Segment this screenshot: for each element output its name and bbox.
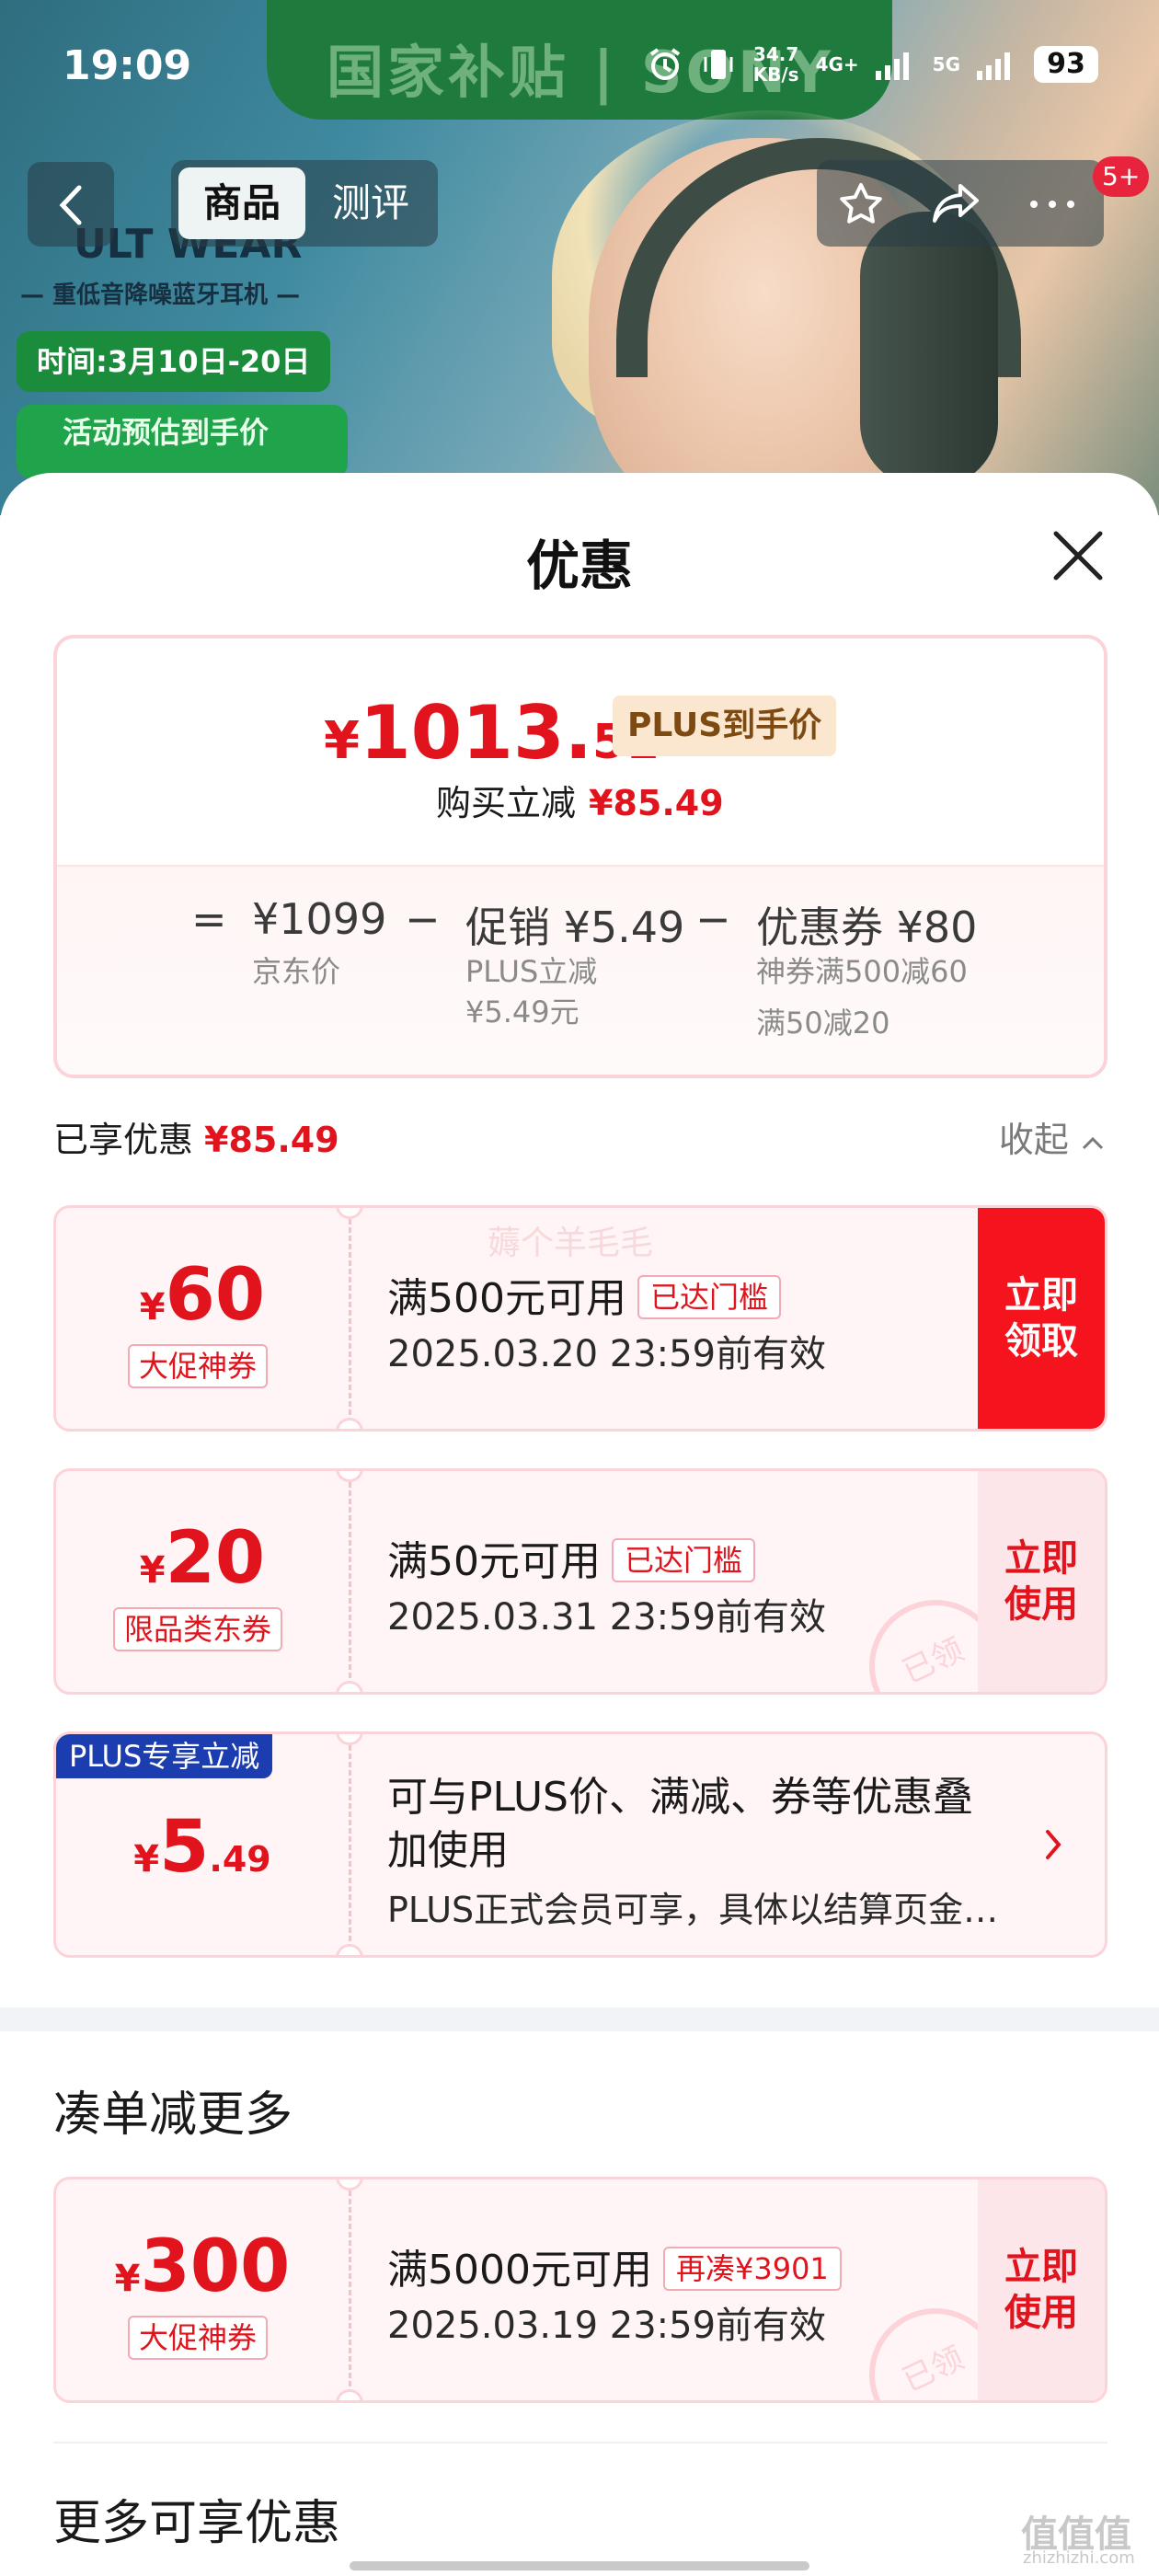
coupon-divider [349, 1745, 351, 1949]
formula-minus-1: − [405, 894, 441, 944]
final-price: ¥1013.51 [324, 690, 659, 776]
coupon-notch [336, 1734, 363, 1745]
formula-promo: 促销 ¥5.49 [465, 903, 685, 952]
coupon-expiry: 2025.03.20 23:59前有效 [387, 1333, 827, 1375]
section-title-more-savings: 凑单减更多 [53, 2087, 293, 2143]
coupon-condition: 满5000元可用 再凑¥3901 [387, 2237, 842, 2295]
formula-minus-2: − [695, 894, 731, 944]
chevron-right-icon [1046, 1830, 1061, 1859]
formula-coupon-sub2: 满50减20 [756, 1006, 890, 1041]
signal-5g-icon [977, 52, 1010, 80]
coupon-expiry: 2025.03.31 23:59前有效 [387, 1596, 827, 1639]
coupon-type-label: 大促神券 [128, 2316, 269, 2360]
nav-tabs: 商品 测评 [171, 160, 438, 247]
tab-review[interactable]: 测评 [307, 167, 434, 239]
threshold-tag: 已达门槛 [612, 1538, 756, 1582]
hero-date-pill: 时间:3月10日-20日 [17, 331, 331, 392]
coupon-type-label: 限品类东券 [113, 1607, 283, 1651]
coupon-notch [336, 2389, 363, 2400]
battery-indicator: 93 [1034, 46, 1098, 83]
coupon-type-label: 大促神券 [128, 1344, 269, 1388]
coupon-notch [336, 1208, 363, 1219]
plus-exclusive-badge: PLUS专享立减 [56, 1734, 273, 1778]
network-4g-label: 4G+ [815, 53, 859, 75]
coupon-divider [349, 2191, 351, 2395]
use-coupon-button[interactable]: 立即 使用 [978, 1471, 1105, 1692]
plus-discount-card[interactable]: PLUS专享立减 ¥5.49 可与PLUS价、满减、券等优惠叠加使用 PLUS正… [53, 1731, 1107, 1958]
share-icon[interactable] [931, 180, 982, 228]
divider [53, 2442, 1107, 2444]
coupon-notch [336, 1944, 363, 1955]
more-icon[interactable] [1027, 180, 1078, 228]
status-icons: 34.7 KB/s 4G+ 5G 93 [647, 44, 1098, 85]
chevron-left-icon [59, 185, 82, 225]
section-gap [0, 2007, 1159, 2031]
network-5g-label: 5G [932, 53, 960, 75]
coupon-divider [349, 1219, 351, 1423]
plus-description: 可与PLUS价、满减、券等优惠叠加使用 [387, 1774, 973, 1874]
coupon-divider [349, 1482, 351, 1686]
coupon-expiry: 2025.03.19 23:59前有效 [387, 2305, 827, 2347]
formula-jd-price: ¥1099 [252, 894, 387, 944]
tab-product[interactable]: 商品 [178, 167, 305, 239]
site-watermark-url: zhizhizhi.com [1023, 2548, 1135, 2568]
coupon-amount: ¥300 [114, 2225, 291, 2308]
formula-coupon: 优惠券 ¥80 [756, 903, 978, 952]
claim-coupon-button[interactable]: 立即 领取 [978, 1208, 1105, 1429]
formula-equals: = [191, 894, 227, 944]
sheet-title: 优惠 [525, 535, 633, 597]
nav-actions [817, 160, 1104, 247]
plus-price-tag: PLUS到手价 [613, 696, 837, 756]
home-indicator[interactable] [350, 2561, 809, 2570]
coupon-notch [336, 1418, 363, 1429]
coupon-condition: 满500元可用 已达门槛 [387, 1265, 781, 1324]
net-speed: 34.7 KB/s [752, 43, 799, 86]
back-button[interactable] [28, 162, 114, 247]
chevron-up-icon [1082, 1136, 1104, 1150]
close-icon[interactable] [1049, 526, 1107, 585]
section-title-more-offers: 更多可享优惠 [53, 2496, 341, 2551]
headphone-earcup [860, 212, 998, 488]
plus-amount: ¥5.49 [133, 1806, 271, 1889]
formula-coupon-sub1: 神券满500减60 [756, 954, 968, 989]
signal-icon [875, 52, 909, 80]
message-badge: 5+ [1093, 156, 1150, 197]
coupon-notch [336, 1471, 363, 1482]
coupon-amount: ¥20 [139, 1517, 266, 1600]
vibrate-icon [704, 50, 733, 79]
collapse-button[interactable]: 收起 [999, 1111, 1106, 1162]
hero-estimate-pill: 活动预估到手价 [17, 405, 348, 478]
plus-note: PLUS正式会员可享，具体以结算页金额为准 [387, 1890, 1013, 1930]
use-coupon-button[interactable]: 立即 使用 [978, 2179, 1105, 2400]
status-time: 19:09 [63, 42, 192, 89]
formula-promo-sub2: ¥5.49元 [465, 995, 580, 1029]
star-icon[interactable] [837, 180, 885, 228]
coupon-condition: 满50元可用 已达门槛 [387, 1528, 756, 1587]
threshold-tag: 已达门槛 [637, 1275, 781, 1319]
enjoyed-discount: 已享优惠 ¥85.49 [53, 1120, 339, 1160]
coupon-card-300: ¥300 大促神券 满5000元可用 再凑¥3901 2025.03.19 23:… [53, 2177, 1107, 2403]
formula-jd-label: 京东价 [252, 954, 341, 989]
add-more-tag: 再凑¥3901 [662, 2247, 842, 2291]
overlay-watermark: 薅个羊毛毛 [488, 1225, 654, 1262]
purchase-reduction: 购买立减 ¥85.49 [436, 783, 724, 823]
coupon-amount: ¥60 [139, 1254, 266, 1337]
coupon-card-20: ¥20 限品类东券 满50元可用 已达门槛 2025.03.31 23:59前有效… [53, 1468, 1107, 1695]
hero-subtitle: — 重低音降噪蓝牙耳机 — [20, 282, 301, 309]
alarm-icon [649, 48, 680, 80]
coupon-notch [336, 1681, 363, 1692]
coupon-notch [336, 2179, 363, 2191]
